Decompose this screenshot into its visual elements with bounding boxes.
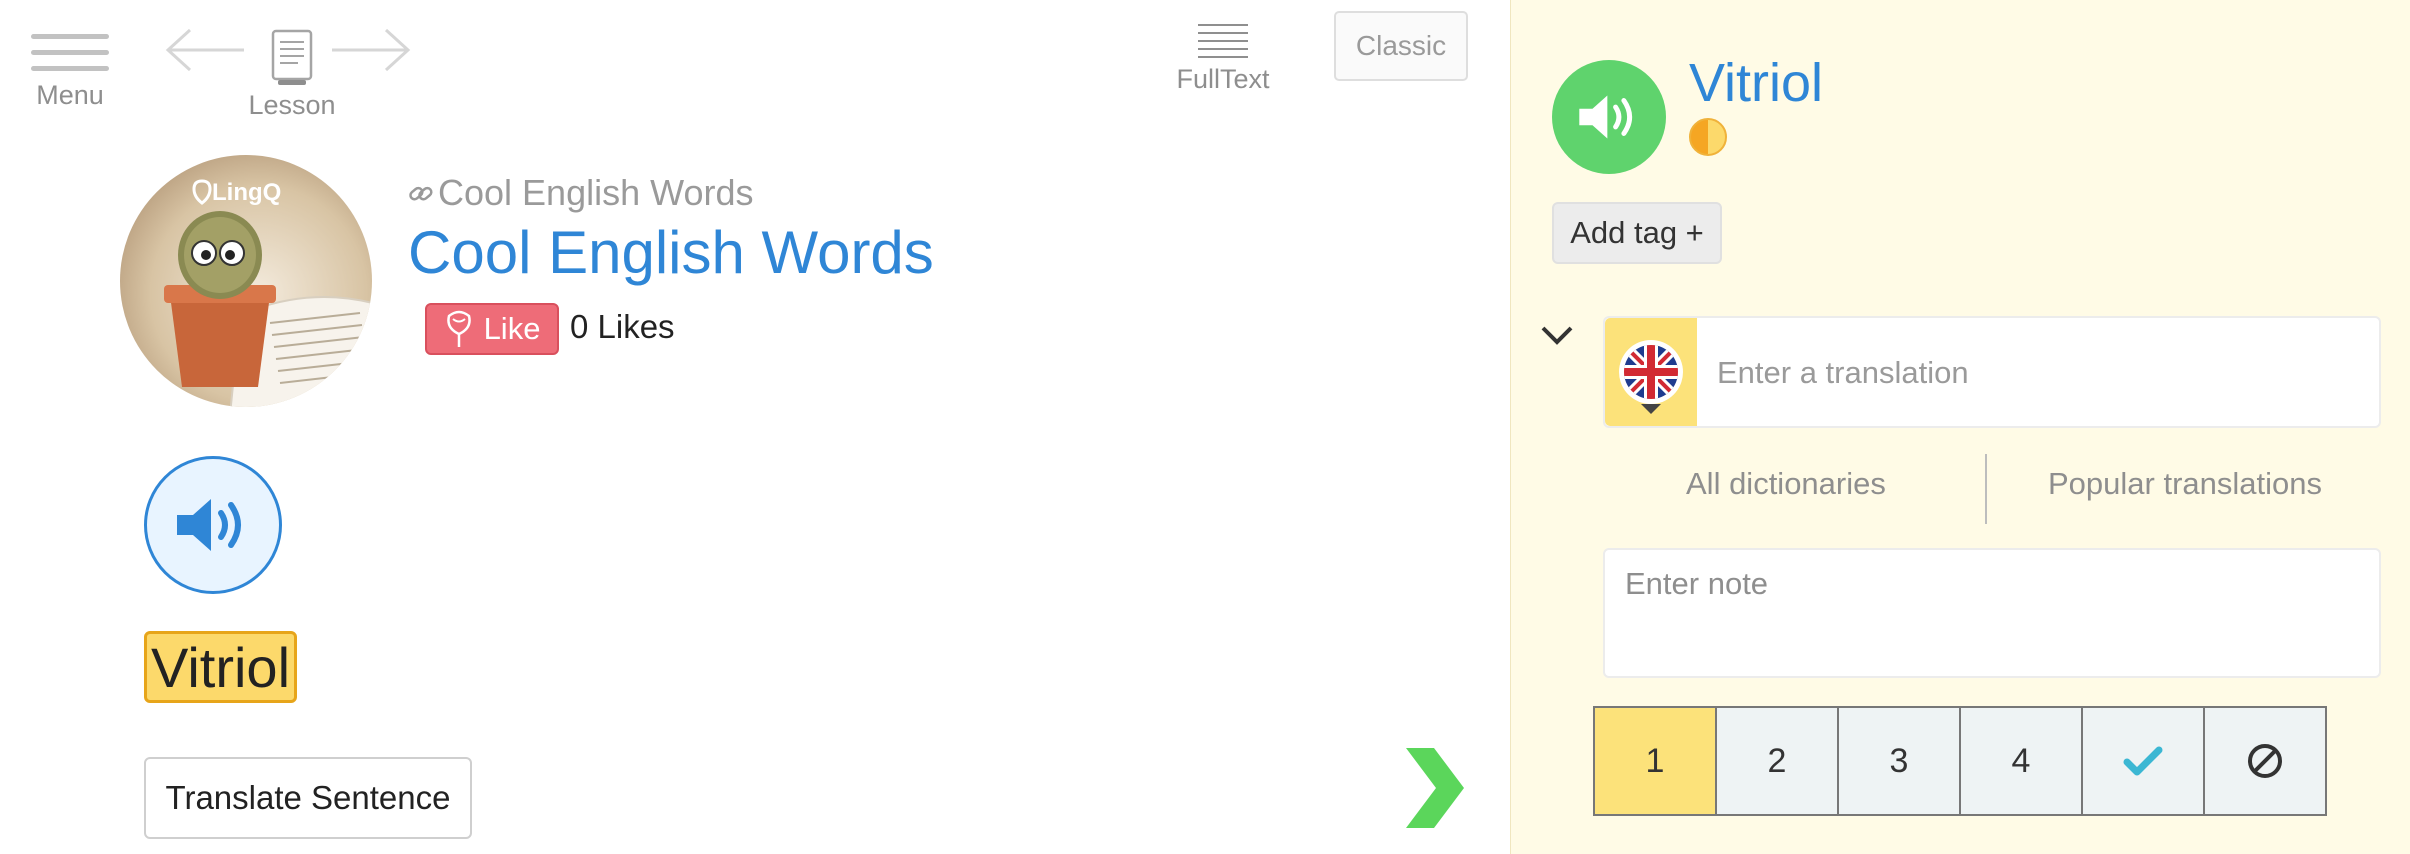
add-tag-button[interactable]: Add tag +	[1552, 202, 1722, 264]
lingq-logo: LingQ	[212, 179, 281, 206]
course-link[interactable]: Cool English Words	[408, 172, 753, 214]
term-word: Vitriol	[1689, 53, 1824, 113]
divider	[1985, 454, 1987, 524]
rose-icon	[446, 310, 471, 347]
reader-pane: Menu Lesson FullText Classic LingQ Cool …	[0, 0, 1510, 854]
status-coin-icon	[1689, 118, 1727, 156]
translation-field	[1603, 316, 2381, 428]
translate-sentence-button[interactable]: Translate Sentence	[144, 757, 472, 839]
uk-flag-icon	[1619, 340, 1683, 414]
like-label: Like	[483, 311, 541, 346]
known-button[interactable]	[2083, 708, 2205, 814]
language-selector[interactable]	[1605, 318, 1697, 426]
document-icon	[271, 29, 313, 85]
like-button[interactable]: Like	[425, 303, 559, 355]
term-panel: Vitriol Add tag + Enter a translation Al…	[1510, 0, 2410, 854]
link-icon	[409, 186, 433, 201]
note-input[interactable]	[1623, 564, 2367, 666]
term-audio-button[interactable]	[1552, 60, 1666, 174]
course-name: Cool English Words	[438, 172, 754, 213]
fulltext-label: FullText	[1176, 64, 1270, 94]
lesson-title: Cool English Words	[408, 219, 934, 286]
status-1-button[interactable]: 1	[1595, 708, 1717, 814]
chevron-right-icon[interactable]	[1400, 748, 1466, 828]
selected-word[interactable]: Vitriol	[144, 631, 298, 703]
status-3-button[interactable]: 3	[1839, 708, 1961, 814]
all-dictionaries-link[interactable]: All dictionaries	[1686, 466, 1886, 502]
status-2-button[interactable]: 2	[1717, 708, 1839, 814]
hamburger-icon	[28, 34, 112, 71]
ignore-button[interactable]	[2205, 708, 2325, 814]
chevron-down-icon[interactable]	[1539, 322, 1575, 348]
play-audio-button[interactable]	[144, 456, 282, 594]
menu-button[interactable]: Menu	[28, 34, 112, 111]
ignore-icon	[2248, 744, 2282, 778]
note-field	[1603, 548, 2381, 678]
status-selector: 1 2 3 4	[1593, 706, 2327, 816]
classic-button[interactable]: Classic	[1334, 11, 1468, 81]
lines-icon	[1198, 24, 1248, 58]
fulltext-button[interactable]: FullText	[1168, 24, 1278, 95]
lesson-image[interactable]: LingQ	[120, 155, 372, 407]
menu-label: Menu	[36, 80, 104, 110]
speaker-icon	[1579, 95, 1633, 139]
translation-input[interactable]	[1715, 336, 2359, 410]
lesson-button[interactable]: Lesson	[240, 28, 344, 121]
likes-count: 0 Likes	[570, 308, 675, 345]
lesson-image-illustration: LingQ	[164, 179, 372, 407]
popular-translations-link[interactable]: Popular translations	[2048, 466, 2322, 502]
speaker-icon	[177, 499, 241, 551]
lesson-label: Lesson	[248, 90, 336, 120]
status-4-button[interactable]: 4	[1961, 708, 2083, 814]
arrow-right-icon[interactable]	[330, 24, 414, 76]
checkmark-icon	[2123, 746, 2163, 776]
arrow-left-icon[interactable]	[162, 24, 246, 76]
